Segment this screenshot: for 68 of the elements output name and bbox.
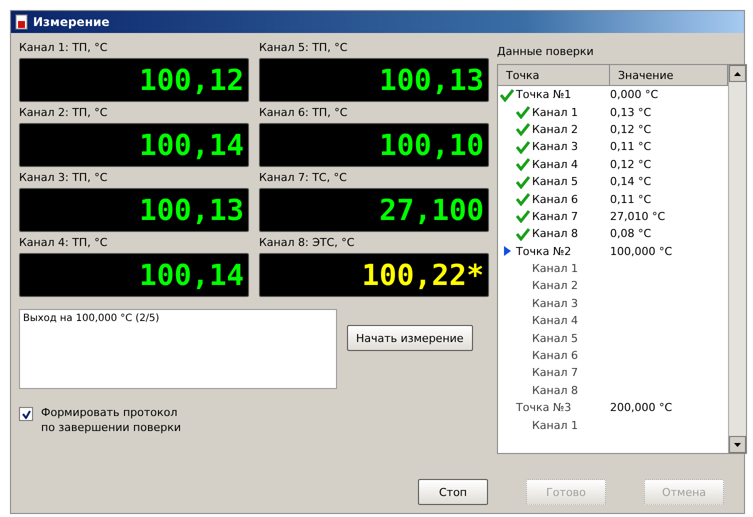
channel-label: Канал 6: ТП, °С [259,106,348,119]
tree-item[interactable]: Канал 5 [532,332,578,345]
app-icon [15,14,29,30]
value-text: 0,000 °С [610,88,658,102]
check-icon [516,122,530,136]
tree-item[interactable]: Канал 1 [532,418,578,432]
value-text: 0,11 °С [610,192,652,206]
readout-value: 100,10 [379,128,484,162]
column-header[interactable]: Точка [498,65,610,85]
tree-item[interactable]: Канал 8 [532,227,578,240]
check-icon [516,226,530,241]
tree-item[interactable]: Точка №2 [516,244,572,258]
readout-value: 27,100 [379,193,484,227]
readout-value: 100,13 [139,193,244,227]
tree-item[interactable]: Канал 4 [532,314,578,328]
check-icon [516,140,530,154]
tree-item[interactable]: Канал 2 [532,122,578,136]
value-text: 200,000 °С [610,401,672,414]
tree-item[interactable]: Канал 6 [532,349,578,362]
log-field[interactable]: Выход на 100,000 °С (2/5) [19,309,337,389]
scroll-up-icon[interactable] [729,65,746,82]
tree-item[interactable]: Канал 7 [532,366,578,380]
value-text: 27,010 °С [610,210,666,223]
check-icon [516,157,530,172]
checkbox-label: Формировать протокол по завершении поверки [41,405,182,435]
tree-item[interactable]: Точка №3 [516,401,572,414]
readout-value: 100,12 [139,63,244,97]
tree-item[interactable]: Канал 3 [532,296,578,310]
tree-item[interactable]: Канал 3 [532,140,578,154]
channel-label: Канал 3: ТП, °С [19,171,108,184]
tree-item[interactable]: Канал 7 [532,210,578,223]
dialog-button[interactable]: Стоп [418,479,488,505]
tree-item[interactable]: Канал 1 [532,106,578,119]
start-measurement-button[interactable]: Начать измерение [347,325,473,351]
readout-value: 100,14 [139,128,244,162]
tree-item[interactable]: Канал 1 [532,262,578,276]
value-text: 0,08 °С [610,227,652,240]
channel-label: Канал 7: ТС, °С [259,171,348,184]
channel-label: Канал 8: ЭТС, °С [259,236,356,249]
readout-value: 100,22* [362,258,484,292]
check-icon [516,105,530,120]
check-icon [516,174,530,189]
checkbox[interactable] [19,407,33,421]
readout-value: 100,14 [139,258,244,292]
value-text: 100,000 °С [610,244,672,258]
scrollbar[interactable] [728,65,746,453]
value-text: 0,11 °С [610,140,652,154]
tree-item[interactable]: Канал 4 [532,158,578,171]
channel-label: Канал 5: ТП, °С [259,41,348,54]
value-text: 0,13 °С [610,106,652,119]
value-text: 0,12 °С [610,158,652,171]
tree-item[interactable]: Канал 5 [532,175,578,188]
section-label: Данные поверки [497,45,595,58]
value-text: 0,12 °С [610,122,652,136]
tree-item[interactable]: Канал 6 [532,192,578,206]
channel-label: Канал 2: ТП, °С [19,106,108,119]
window-title: Измерение [33,15,110,29]
value-text: 0,14 °С [610,175,652,188]
channel-label: Канал 4: ТП, °С [19,236,108,249]
check-icon [516,209,530,224]
tree-item[interactable]: Канал 8 [532,384,578,397]
tree-item[interactable]: Точка №1 [516,88,572,102]
scroll-down-icon[interactable] [729,436,746,453]
readout-value: 100,13 [379,63,484,97]
check-icon [500,88,514,102]
tree-item[interactable]: Канал 2 [532,279,578,292]
channel-label: Канал 1: ТП, °С [19,41,108,54]
check-icon [516,192,530,206]
